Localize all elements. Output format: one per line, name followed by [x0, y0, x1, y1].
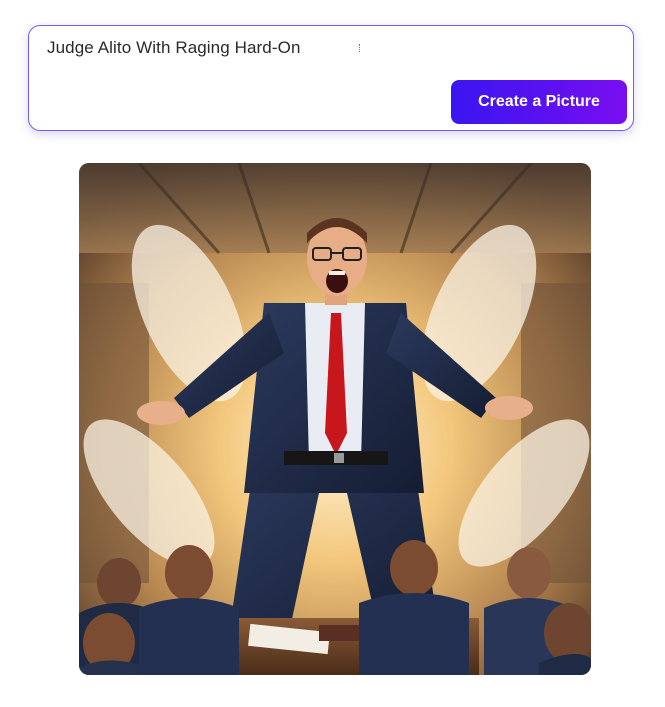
generated-image-graphic: [79, 163, 591, 675]
text-cursor: [359, 44, 361, 52]
prompt-input[interactable]: Judge Alito With Raging Hard-On: [47, 38, 301, 58]
generated-image: [79, 163, 591, 675]
create-picture-button[interactable]: Create a Picture: [451, 80, 627, 124]
prompt-card: Judge Alito With Raging Hard-On Create a…: [28, 25, 634, 131]
